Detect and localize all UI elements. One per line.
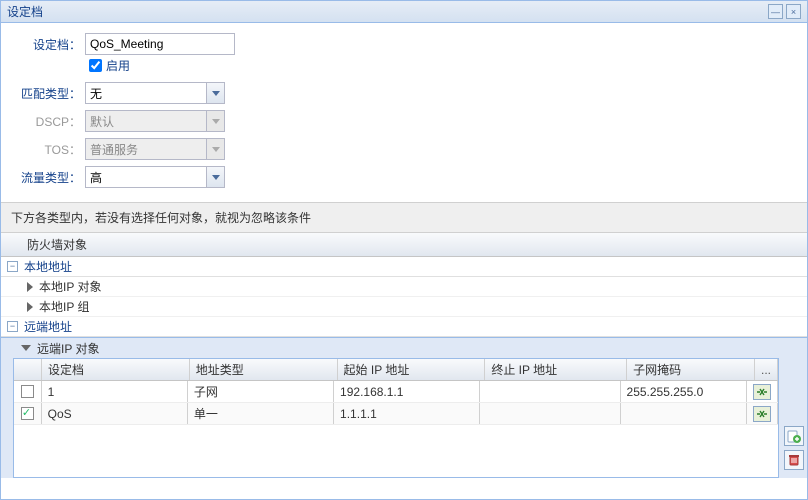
dscp-label: DSCP： (13, 113, 85, 130)
window-title-bar: 设定档 — × (1, 1, 807, 23)
remote-address-section[interactable]: − 远端地址 (1, 317, 807, 337)
collapse-icon[interactable]: − (7, 261, 18, 272)
tos-select (85, 138, 225, 160)
match-type-label: 匹配类型： (13, 85, 85, 102)
row-action-button[interactable] (753, 384, 771, 400)
hint-text: 下方各类型内，若没有选择任何对象，就视为忽略该条件 (1, 202, 807, 233)
tos-label: TOS： (13, 141, 85, 158)
close-button[interactable]: × (786, 4, 801, 19)
cell-start-ip: 1.1.1.1 (334, 403, 480, 424)
header-addr-type[interactable]: 地址类型 (190, 359, 338, 380)
table-row[interactable]: QoS 单一 1.1.1.1 (14, 403, 778, 425)
traffic-type-label: 流量类型： (13, 169, 85, 186)
cell-end-ip (480, 403, 620, 424)
remote-ip-table: 设定档 地址类型 起始 IP 地址 终止 IP 地址 子网掩码 ... 1 子网… (13, 358, 779, 478)
table-row[interactable]: 1 子网 192.168.1.1 255.255.255.0 (14, 381, 778, 403)
cell-addr-type: 单一 (188, 403, 334, 424)
enable-label: 启用 (106, 57, 130, 74)
local-ip-group-item[interactable]: 本地IP 组 (1, 297, 807, 317)
header-mask[interactable]: 子网掩码 (627, 359, 755, 380)
delete-button[interactable] (784, 450, 804, 470)
remote-ip-object-label: 远端IP 对象 (37, 340, 99, 357)
traffic-type-select[interactable] (85, 166, 225, 188)
header-actions[interactable]: ... (755, 359, 778, 380)
delete-icon (787, 453, 801, 467)
row-checkbox[interactable] (21, 407, 34, 420)
row-checkbox[interactable] (21, 385, 34, 398)
cell-start-ip: 192.168.1.1 (334, 381, 480, 402)
window-title: 设定档 (7, 3, 765, 20)
cell-mask: 255.255.255.0 (621, 381, 747, 402)
local-ip-object-item[interactable]: 本地IP 对象 (1, 277, 807, 297)
header-end-ip[interactable]: 终止 IP 地址 (485, 359, 627, 380)
cell-mask (621, 403, 747, 424)
profile-label: 设定档： (13, 36, 85, 53)
add-button[interactable] (784, 426, 804, 446)
triangle-down-icon (21, 345, 31, 351)
cell-addr-type: 子网 (188, 381, 334, 402)
local-address-section[interactable]: − 本地地址 (1, 257, 807, 277)
collapse-icon[interactable]: − (7, 321, 18, 332)
minimize-button[interactable]: — (768, 4, 783, 19)
table-header-row: 设定档 地址类型 起始 IP 地址 终止 IP 地址 子网掩码 ... (14, 359, 778, 381)
local-address-label: 本地地址 (24, 258, 72, 275)
table-body: 1 子网 192.168.1.1 255.255.255.0 QoS 单一 1.… (14, 381, 778, 425)
side-button-group (784, 426, 804, 470)
cell-end-ip (480, 381, 620, 402)
remote-ip-object-header[interactable]: 远端IP 对象 (1, 338, 807, 358)
cell-profile: 1 (42, 381, 188, 402)
profile-input[interactable] (85, 33, 235, 55)
row-action-button[interactable] (753, 406, 771, 422)
triangle-right-icon (27, 302, 33, 312)
header-checkbox-col (14, 359, 42, 380)
header-profile[interactable]: 设定档 (42, 359, 190, 380)
local-ip-object-label: 本地IP 对象 (39, 278, 101, 295)
remote-address-label: 远端地址 (24, 318, 72, 335)
firewall-group-header: 防火墙对象 (1, 233, 807, 257)
match-type-select[interactable] (85, 82, 225, 104)
remote-ip-object-panel: 远端IP 对象 设定档 地址类型 起始 IP 地址 终止 IP 地址 子网掩码 … (1, 337, 807, 478)
add-icon (787, 429, 801, 443)
triangle-right-icon (27, 282, 33, 292)
local-ip-group-label: 本地IP 组 (39, 298, 89, 315)
dscp-select (85, 110, 225, 132)
enable-checkbox[interactable] (89, 59, 102, 72)
cell-profile: QoS (42, 403, 188, 424)
form-panel: 设定档： 启用 匹配类型： DSCP： TOS： 流量类型： (1, 23, 807, 202)
header-start-ip[interactable]: 起始 IP 地址 (338, 359, 486, 380)
